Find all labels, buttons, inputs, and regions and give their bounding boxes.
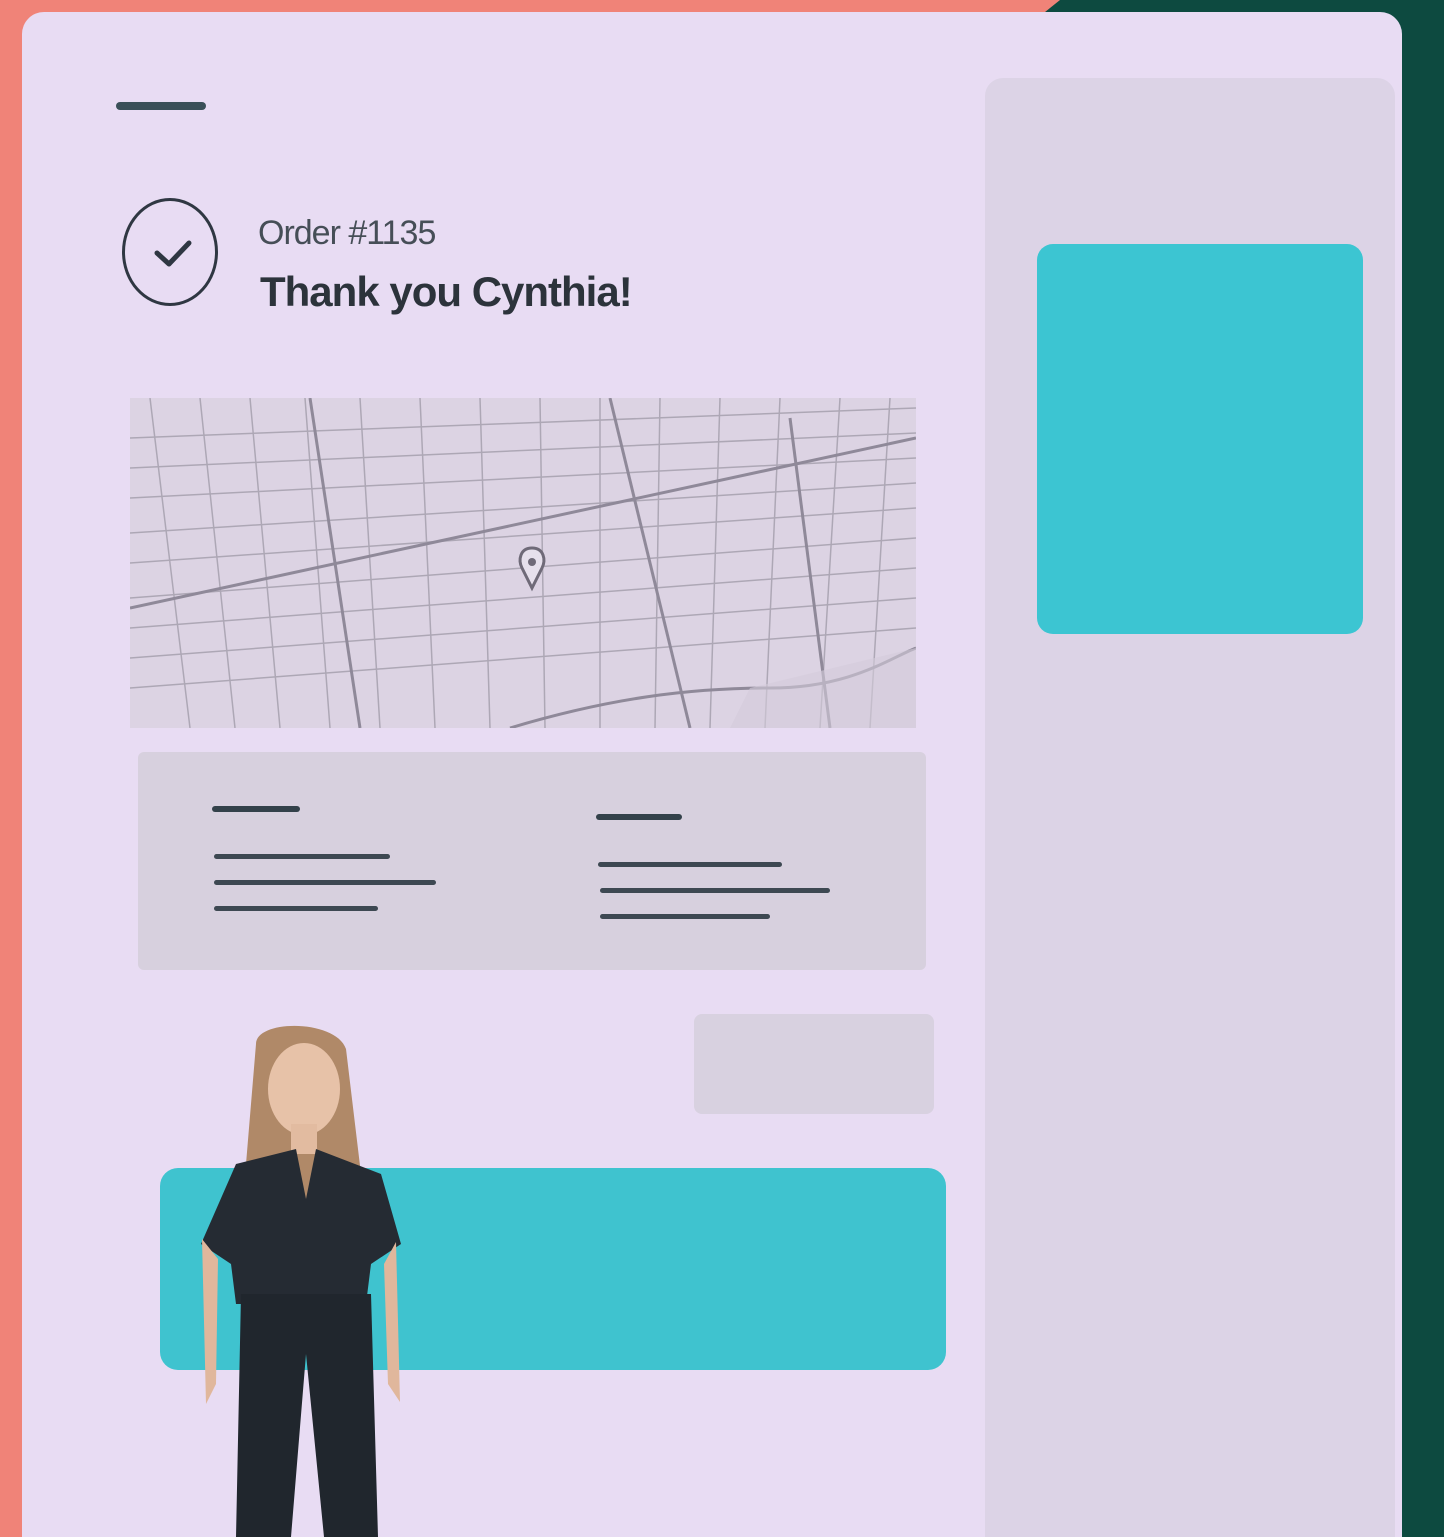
- text-placeholder: [598, 862, 782, 867]
- text-placeholder: [212, 806, 300, 812]
- text-placeholder: [214, 880, 436, 885]
- product-image-placeholder: [1037, 244, 1363, 634]
- checkmark-circle-icon: [122, 198, 218, 306]
- map-pin-icon: [518, 546, 546, 592]
- text-placeholder: [214, 854, 390, 859]
- secondary-button[interactable]: [694, 1014, 934, 1114]
- presenter-figure: [201, 1025, 401, 1537]
- menu-icon[interactable]: [116, 102, 206, 110]
- text-placeholder: [596, 814, 682, 820]
- customer-information-card: [138, 752, 926, 970]
- page-title: Thank you Cynthia!: [260, 268, 633, 315]
- order-number: Order #1135: [258, 214, 436, 252]
- text-placeholder: [214, 906, 378, 911]
- delivery-map: [130, 398, 916, 728]
- text-placeholder: [600, 888, 830, 893]
- text-placeholder: [600, 914, 770, 919]
